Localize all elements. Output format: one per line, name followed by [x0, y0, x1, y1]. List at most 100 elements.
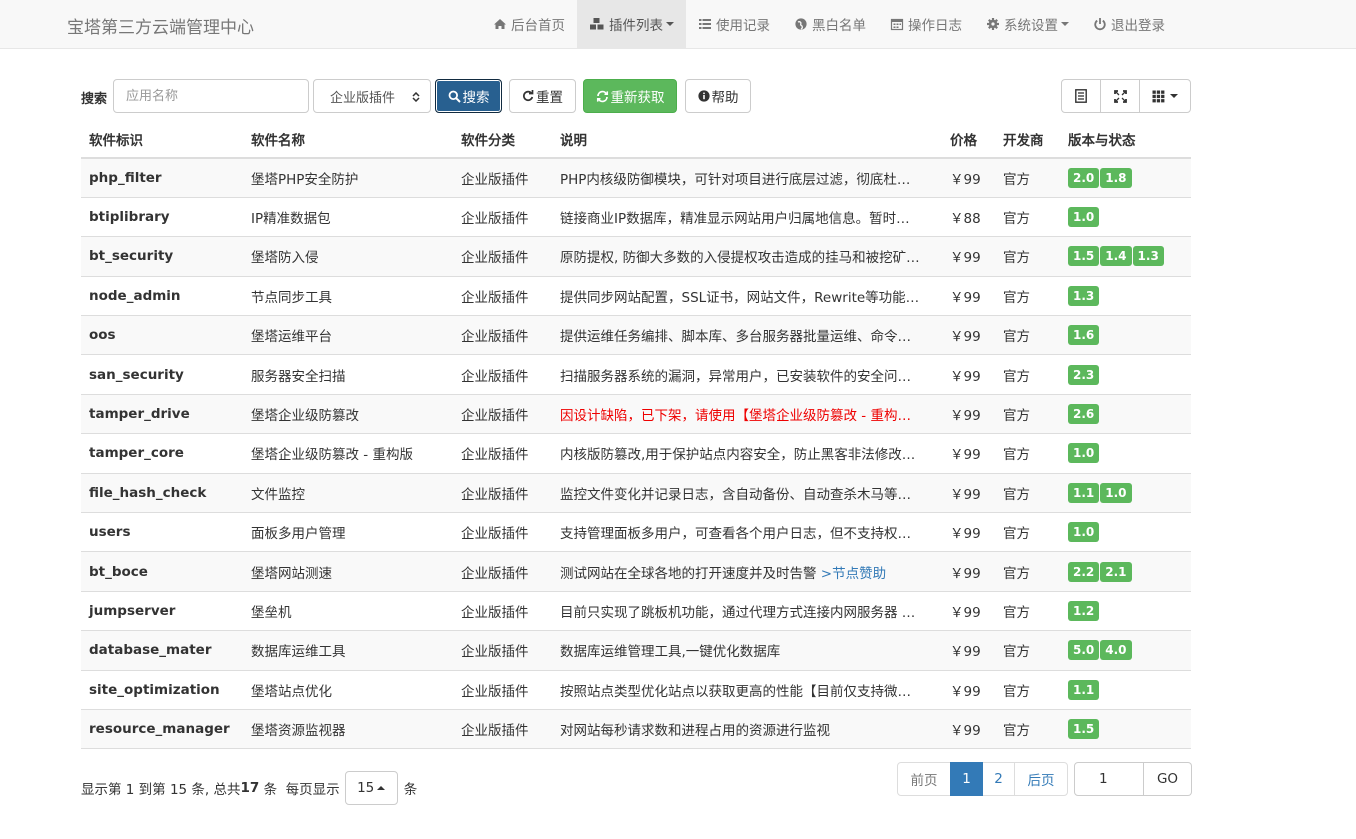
- pagination-info-prefix: 显示第 1 到第 15 条, 总共: [81, 782, 241, 798]
- plugin-category-link[interactable]: 企业版插件: [453, 354, 552, 395]
- column-header-id[interactable]: 软件标识: [81, 121, 243, 159]
- nav-label: 黑白名单: [812, 18, 866, 34]
- help-button[interactable]: 帮助: [685, 79, 751, 113]
- version-badge[interactable]: 4.0: [1100, 640, 1132, 661]
- plugin-id-cell: users: [81, 512, 243, 552]
- table-row: resource_manager 堡塔资源监视器 企业版插件 对网站每秒请求数和进程占…: [81, 708, 1191, 750]
- version-badge[interactable]: 1.0: [1068, 522, 1100, 543]
- version-badge[interactable]: 1.3: [1068, 285, 1100, 306]
- plugin-category-link[interactable]: 企业版插件: [453, 590, 552, 631]
- plugin-category-link[interactable]: 企业版插件: [453, 196, 552, 237]
- plugin-id-cell: jumpserver: [81, 590, 243, 631]
- plugin-price-cell: ￥99: [942, 669, 995, 710]
- column-header-price[interactable]: 价格: [942, 121, 995, 159]
- version-badge[interactable]: 1.0: [1068, 443, 1100, 464]
- plugin-description-text: 目前只实现了跳板机功能，通过代理方式连接内网服务器 …: [560, 604, 916, 621]
- plugin-price-cell: ￥99: [942, 630, 995, 671]
- column-header-vendor[interactable]: 开发商: [995, 121, 1060, 159]
- page-2-button[interactable]: 2: [982, 762, 1015, 796]
- plugin-category-link[interactable]: 企业版插件: [453, 472, 552, 513]
- plugin-description-text: 提供运维任务编排、脚本库、多台服务器批量运维、命令…: [560, 329, 911, 346]
- version-badge[interactable]: 1.5: [1068, 246, 1100, 267]
- plugin-name-cell: 数据库运维工具: [243, 630, 453, 671]
- nav-label: 系统设置: [1004, 18, 1058, 34]
- plugin-price-cell: ￥99: [942, 708, 995, 750]
- plugin-category-link[interactable]: 企业版插件: [453, 393, 552, 434]
- nav-item-logout[interactable]: 退出登录: [1081, 0, 1177, 48]
- nav-item-usage-records[interactable]: 使用记录: [686, 0, 782, 48]
- version-badge[interactable]: 2.0: [1068, 167, 1100, 188]
- nav-item-blacklist[interactable]: 黑白名单: [782, 0, 878, 48]
- plugin-category-link[interactable]: 企业版插件: [453, 551, 552, 592]
- plugin-price-cell: ￥88: [942, 196, 995, 237]
- category-select[interactable]: 企业版插件: [313, 79, 431, 113]
- nav-item-home[interactable]: 后台首页: [481, 0, 577, 48]
- nav-item-system-settings[interactable]: 系统设置: [974, 0, 1081, 48]
- plugin-vendor-cell: 官方: [995, 157, 1060, 198]
- sponsor-node-link[interactable]: >节点赞助: [821, 566, 886, 582]
- column-header-category[interactable]: 软件分类: [453, 121, 552, 159]
- version-badge[interactable]: 5.0: [1068, 640, 1100, 661]
- nav-item-plugin-list[interactable]: 插件列表: [577, 0, 686, 48]
- reset-button[interactable]: 重置: [509, 79, 576, 113]
- plugin-name-cell: 堡塔资源监视器: [243, 708, 453, 750]
- list-view-icon: [1075, 89, 1087, 103]
- version-badge[interactable]: 1.4: [1100, 246, 1132, 267]
- pagination-total: 17: [240, 780, 260, 796]
- version-badge[interactable]: 1.0: [1068, 207, 1100, 228]
- search-button[interactable]: 搜索: [435, 79, 502, 113]
- plugin-category-link[interactable]: 企业版插件: [453, 630, 552, 671]
- version-badge[interactable]: 2.6: [1068, 404, 1100, 425]
- version-badge[interactable]: 2.3: [1068, 364, 1100, 385]
- plugin-description-text: 原防提权, 防御大多数的入侵提权攻击造成的挂马和被挖矿…: [560, 250, 920, 267]
- go-button[interactable]: GO: [1144, 762, 1192, 796]
- version-badge[interactable]: 1.5: [1068, 719, 1100, 740]
- plugin-category-link[interactable]: 企业版插件: [453, 315, 552, 355]
- pagination-info: 显示第 1 到第 15 条, 总共 17 条 每页显示 15 条: [81, 771, 417, 805]
- plugin-price-cell: ￥99: [942, 354, 995, 395]
- columns-dropdown-button[interactable]: [1139, 79, 1191, 113]
- plugin-id-cell: node_admin: [81, 275, 243, 316]
- version-badge[interactable]: 2.2: [1068, 561, 1100, 582]
- plugin-category-link[interactable]: 企业版插件: [453, 275, 552, 316]
- plugin-category-link[interactable]: 企业版插件: [453, 157, 552, 198]
- prev-page-button[interactable]: 前页: [897, 762, 951, 796]
- plugin-category-link[interactable]: 企业版插件: [453, 433, 552, 474]
- version-badge[interactable]: 1.3: [1132, 246, 1164, 267]
- plugin-version-cell: 2.3: [1060, 354, 1191, 395]
- version-badge[interactable]: 1.2: [1068, 600, 1100, 621]
- version-badge[interactable]: 2.1: [1100, 561, 1132, 582]
- refetch-button[interactable]: 重新获取: [583, 79, 677, 113]
- column-header-name[interactable]: 软件名称: [243, 121, 453, 159]
- column-header-description[interactable]: 说明: [552, 121, 942, 159]
- version-badge[interactable]: 1.1: [1068, 679, 1100, 700]
- plugin-category-link[interactable]: 企业版插件: [453, 669, 552, 710]
- goto-page-input[interactable]: [1074, 762, 1144, 796]
- next-page-button[interactable]: 后页: [1014, 762, 1068, 796]
- plugin-version-cell: 1.5 1.4 1.3: [1060, 236, 1191, 277]
- table-row: site_optimization 堡塔站点优化 企业版插件 按照站点类型优化站点以获…: [81, 669, 1191, 710]
- version-badge[interactable]: 1.1: [1068, 482, 1100, 503]
- toggle-list-view-button[interactable]: [1061, 79, 1101, 113]
- app-name-search-input[interactable]: [113, 79, 309, 113]
- version-badge[interactable]: 1.0: [1100, 482, 1132, 503]
- plugin-vendor-cell: 官方: [995, 354, 1060, 395]
- version-badge[interactable]: 1.6: [1068, 325, 1100, 346]
- power-icon: [1094, 18, 1106, 31]
- plugin-name-cell: 文件监控: [243, 472, 453, 513]
- brand-title[interactable]: 宝塔第三方云端管理中心: [67, 13, 254, 38]
- fullscreen-button[interactable]: [1100, 79, 1140, 113]
- version-badge[interactable]: 1.8: [1100, 167, 1132, 188]
- plugin-category-link[interactable]: 企业版插件: [453, 708, 552, 750]
- column-header-version[interactable]: 版本与状态: [1060, 121, 1191, 159]
- plugin-category-link[interactable]: 企业版插件: [453, 236, 552, 277]
- help-button-label: 帮助: [711, 90, 739, 106]
- plugin-category-link[interactable]: 企业版插件: [453, 512, 552, 552]
- plugin-description-text: 链接商业IP数据库，精准显示网站用户归属地信息。暂时…: [560, 211, 910, 228]
- plugin-vendor-cell: 官方: [995, 433, 1060, 474]
- plugin-description-cell: 原防提权, 防御大多数的入侵提权攻击造成的挂马和被挖矿…: [552, 236, 942, 277]
- page-size-dropdown[interactable]: 15: [344, 771, 398, 805]
- nav-item-operation-log[interactable]: 操作日志: [878, 0, 974, 48]
- page-1-button[interactable]: 1: [950, 762, 983, 796]
- plugin-name-cell: 面板多用户管理: [243, 512, 453, 552]
